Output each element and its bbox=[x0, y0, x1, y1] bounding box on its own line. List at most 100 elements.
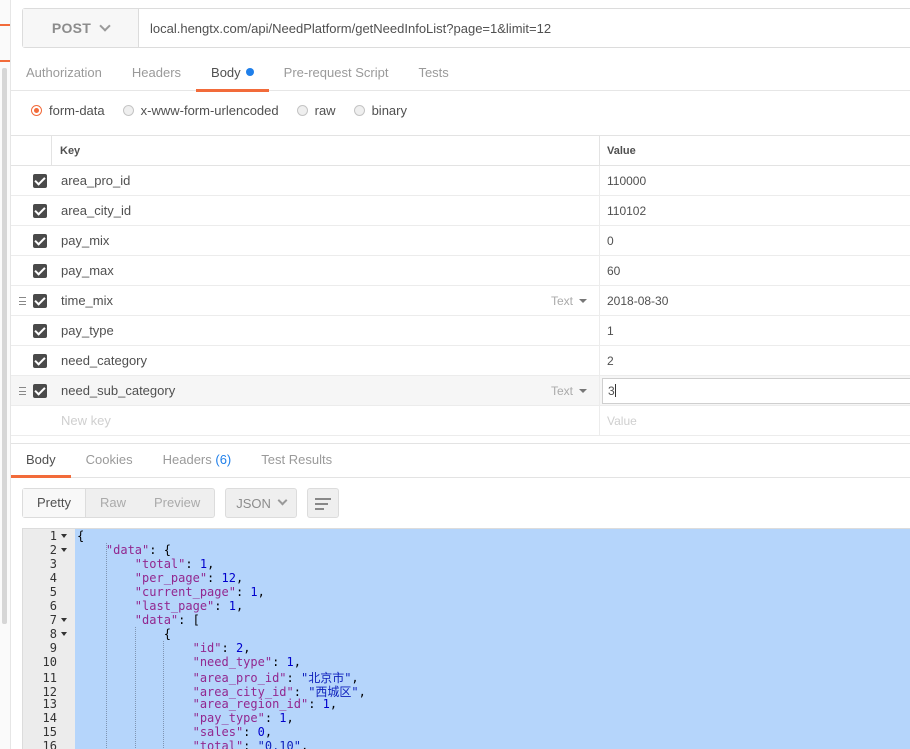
type-label: Text bbox=[550, 384, 573, 398]
value-input[interactable]: 110102 bbox=[600, 196, 910, 225]
key-input[interactable]: pay_max bbox=[52, 256, 600, 285]
radio-raw[interactable]: raw bbox=[296, 103, 336, 118]
form-data-table: Key Value area_pro_id 110000 area_city_i… bbox=[11, 135, 910, 436]
table-row: pay_mix 0 bbox=[11, 226, 910, 256]
tab-tests[interactable]: Tests bbox=[403, 56, 463, 91]
fold-arrow-icon[interactable] bbox=[61, 548, 67, 552]
value-input[interactable]: 110000 bbox=[600, 166, 910, 195]
checkbox-icon[interactable] bbox=[33, 264, 47, 278]
line-number-text: 3 bbox=[49, 557, 57, 571]
drag-handle-icon[interactable] bbox=[19, 387, 26, 395]
indent-guide bbox=[105, 543, 107, 749]
tab-body[interactable]: Body bbox=[196, 56, 269, 92]
key-input[interactable]: time_mix Text bbox=[52, 286, 600, 315]
tab-label: Headers bbox=[162, 452, 212, 467]
line-number-text: 5 bbox=[49, 585, 57, 599]
key-input[interactable]: pay_mix bbox=[52, 226, 600, 255]
code-text: "total": "0.10", bbox=[192, 739, 309, 749]
checkbox-icon[interactable] bbox=[33, 174, 47, 188]
tab-pre-request-script[interactable]: Pre-request Script bbox=[269, 56, 404, 91]
checkbox-icon[interactable] bbox=[33, 384, 47, 398]
value-input[interactable]: 1 bbox=[600, 316, 910, 345]
code-text: { bbox=[77, 627, 171, 641]
code-text: { bbox=[77, 529, 85, 543]
type-select[interactable]: Text bbox=[551, 286, 587, 316]
caret-down-icon bbox=[579, 299, 587, 303]
code-area[interactable]: { "data": { "total": 1, "per_page": 12, … bbox=[75, 529, 910, 749]
table-header: Key Value bbox=[11, 136, 910, 166]
caret-down-icon bbox=[579, 389, 587, 393]
code-line: "need_type": 1, bbox=[75, 655, 910, 669]
checkbox-icon[interactable] bbox=[33, 324, 47, 338]
key-input[interactable]: area_pro_id bbox=[52, 166, 600, 195]
code-line: "total": 1, bbox=[75, 557, 910, 571]
chevron-down-icon bbox=[99, 19, 111, 32]
line-number: 15 bbox=[23, 725, 75, 739]
checkbox-icon[interactable] bbox=[33, 204, 47, 218]
radio-label: binary bbox=[371, 102, 407, 118]
method-select[interactable]: POST bbox=[23, 9, 139, 47]
sidebar-scrollbar[interactable] bbox=[2, 68, 7, 624]
code-line: "data": [ bbox=[75, 613, 910, 627]
url-input[interactable]: local.hengtx.com/api/NeedPlatform/getNee… bbox=[139, 9, 551, 47]
tab-response-headers[interactable]: Headers (6) bbox=[148, 444, 247, 477]
key-input[interactable]: area_city_id bbox=[52, 196, 600, 225]
line-number-text: 11 bbox=[42, 671, 57, 685]
row-controls bbox=[11, 196, 52, 225]
fold-arrow-icon[interactable] bbox=[61, 534, 67, 538]
type-select[interactable]: Text bbox=[551, 376, 587, 406]
tab-test-results[interactable]: Test Results bbox=[246, 444, 347, 477]
table-row: need_category 2 bbox=[11, 346, 910, 376]
key-input[interactable]: need_sub_category Text bbox=[52, 376, 600, 405]
value-input[interactable]: 2018-08-30 bbox=[600, 286, 910, 315]
code-line: "last_page": 1, bbox=[75, 599, 910, 613]
response-body-editor[interactable]: 1 2 3 4 5 6 7 8 9 10 11 12 13 14 15 16 { "data": { "tot… bbox=[22, 528, 910, 749]
checkbox-icon[interactable] bbox=[33, 234, 47, 248]
line-number-text: 14 bbox=[42, 711, 57, 725]
radio-checked-icon[interactable] bbox=[31, 104, 42, 116]
radio-urlencoded[interactable]: x-www-form-urlencoded bbox=[122, 103, 279, 118]
row-controls bbox=[11, 226, 52, 255]
method-label: POST bbox=[51, 20, 92, 36]
value-input[interactable]: 2 bbox=[600, 346, 910, 375]
pretty-button[interactable]: Pretty bbox=[23, 489, 86, 517]
wrap-lines-button[interactable] bbox=[307, 488, 340, 518]
code-line: { bbox=[75, 529, 910, 543]
tab-headers[interactable]: Headers bbox=[117, 56, 196, 91]
code-line: "area_pro_id": "北京市", bbox=[75, 671, 910, 685]
tab-cookies[interactable]: Cookies bbox=[71, 444, 148, 477]
raw-button[interactable]: Raw bbox=[86, 489, 140, 517]
value-input[interactable]: 60 bbox=[600, 256, 910, 285]
row-controls bbox=[11, 376, 52, 405]
code-line: "sales": 0, bbox=[75, 725, 910, 739]
new-key-input[interactable]: New key bbox=[52, 406, 600, 435]
new-value-input[interactable]: Value bbox=[600, 406, 910, 435]
table-row-new: New key Value bbox=[11, 406, 910, 436]
drag-handle-icon[interactable] bbox=[19, 297, 26, 305]
modified-dot-icon bbox=[245, 68, 254, 76]
checkbox-icon[interactable] bbox=[33, 354, 47, 368]
radio-icon[interactable] bbox=[353, 104, 365, 116]
checkbox-icon[interactable] bbox=[33, 294, 47, 308]
line-number-text: 1 bbox=[49, 529, 57, 543]
radio-binary[interactable]: binary bbox=[353, 102, 407, 118]
value-input[interactable]: 3 bbox=[602, 378, 910, 404]
tab-response-body[interactable]: Body bbox=[11, 444, 71, 478]
radio-icon[interactable] bbox=[296, 104, 308, 116]
preview-button[interactable]: Preview bbox=[140, 489, 214, 517]
fold-arrow-icon[interactable] bbox=[61, 618, 67, 622]
tab-authorization[interactable]: Authorization bbox=[11, 56, 117, 91]
radio-form-data[interactable]: form-data bbox=[31, 103, 105, 118]
line-number-text: 10 bbox=[42, 655, 57, 669]
code-text: "pay_type": 1, bbox=[192, 711, 294, 725]
radio-icon[interactable] bbox=[122, 104, 134, 116]
code-text: "need_type": 1, bbox=[192, 655, 301, 669]
key-input[interactable]: pay_type bbox=[52, 316, 600, 345]
fold-arrow-icon[interactable] bbox=[61, 632, 67, 636]
code-text: "area_pro_id": "北京市", bbox=[192, 671, 359, 685]
line-number: 8 bbox=[23, 627, 75, 641]
value-input[interactable]: 0 bbox=[600, 226, 910, 255]
wrap-icon-line bbox=[315, 498, 332, 500]
key-input[interactable]: need_category bbox=[52, 346, 600, 375]
format-select[interactable]: JSON bbox=[225, 488, 298, 518]
